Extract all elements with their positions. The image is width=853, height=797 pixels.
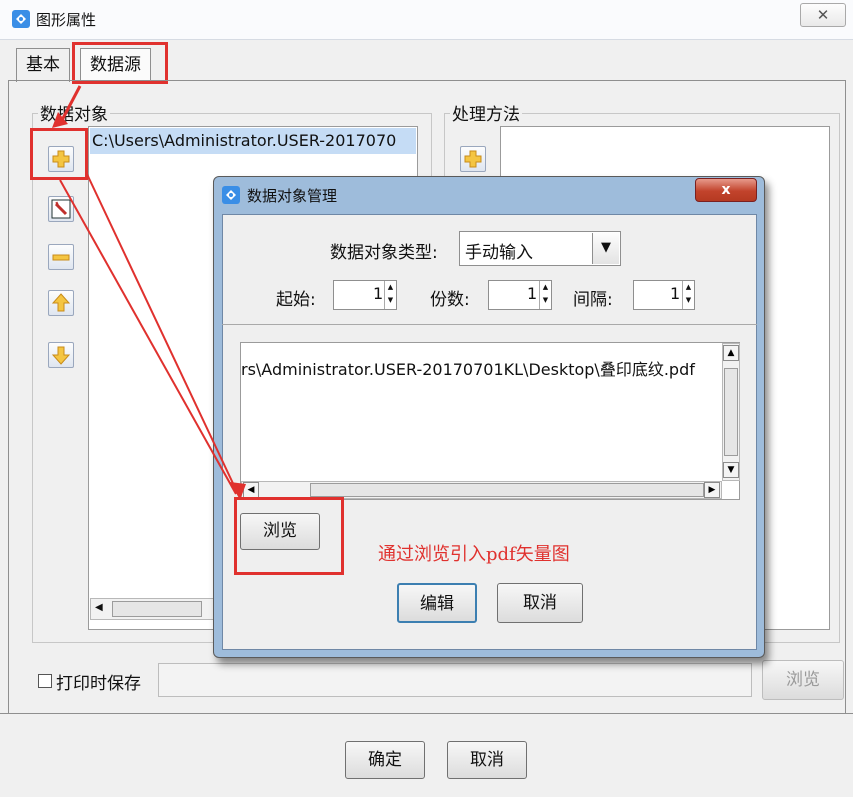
scroll-left-icon[interactable]: ◀	[243, 482, 259, 498]
scroll-thumb[interactable]	[112, 601, 202, 617]
move-up-button[interactable]	[48, 290, 74, 316]
dialog-close-button[interactable]: x	[695, 178, 757, 202]
arrow-down-icon	[51, 346, 71, 365]
browse-highlight-box	[234, 497, 344, 575]
interval-value: 1	[670, 284, 681, 303]
type-label: 数据对象类型:	[330, 243, 438, 263]
copies-label: 份数:	[430, 290, 470, 310]
path-vscroll-thumb[interactable]	[724, 368, 738, 456]
tab-basic[interactable]: 基本	[16, 48, 70, 82]
type-select-value: 手动输入	[465, 243, 533, 263]
add-button-highlight	[30, 128, 88, 180]
annotation-text: 通过浏览引入pdf矢量图	[378, 544, 570, 565]
minus-icon	[52, 254, 70, 261]
copies-value: 1	[527, 284, 538, 303]
arrow-up-icon	[51, 293, 71, 312]
dialog-title: 数据对象管理	[247, 187, 338, 205]
window-title-bar	[0, 0, 853, 40]
interval-stepper-arrows[interactable]: ▲ ▼	[682, 281, 694, 309]
scroll-down-icon[interactable]: ▼	[723, 462, 739, 478]
data-object-item[interactable]: C:\Users\Administrator.USER-2017070	[90, 128, 416, 154]
copies-stepper-arrows[interactable]: ▲ ▼	[539, 281, 551, 309]
process-title: 处理方法	[450, 100, 522, 125]
window-close-button[interactable]: ✕	[800, 3, 846, 27]
ok-button[interactable]: 确定	[345, 741, 425, 779]
move-down-button[interactable]	[48, 342, 74, 368]
start-value: 1	[373, 284, 384, 303]
process-add-button[interactable]	[460, 146, 486, 172]
data-objects-title: 数据对象	[38, 100, 110, 125]
remove-button[interactable]	[48, 244, 74, 270]
path-hscroll-thumb[interactable]	[310, 483, 704, 497]
window-title: 图形属性	[36, 11, 97, 29]
print-save-label: 打印时保存	[56, 674, 141, 694]
start-label: 起始:	[276, 290, 316, 310]
interval-label: 间隔:	[573, 290, 613, 310]
scroll-up-icon[interactable]: ▲	[723, 345, 739, 361]
dialog-cancel-button[interactable]: 取消	[497, 583, 583, 623]
edit-button[interactable]	[48, 196, 74, 222]
plus-icon	[464, 150, 482, 168]
start-stepper-arrows[interactable]: ▲ ▼	[384, 281, 396, 309]
scroll-right-icon[interactable]: ▶	[704, 482, 720, 498]
app-icon	[12, 10, 30, 28]
scroll-left-icon[interactable]: ◀	[95, 602, 103, 613]
print-save-path-field[interactable]	[158, 663, 752, 697]
chevron-down-icon[interactable]: ▼	[592, 233, 619, 264]
print-save-checkbox[interactable]	[38, 674, 52, 688]
pencil-icon	[51, 199, 71, 219]
footer-divider	[0, 713, 853, 714]
edit-confirm-button[interactable]: 编辑	[397, 583, 477, 623]
dialog-app-icon	[222, 186, 240, 204]
dialog-divider	[222, 324, 757, 325]
path-text: rs\Administrator.USER-20170701KL\Desktop…	[241, 360, 695, 379]
tab-highlight-box	[72, 42, 168, 84]
footer-cancel-button[interactable]: 取消	[447, 741, 527, 779]
print-save-browse-button[interactable]: 浏览	[762, 660, 844, 700]
